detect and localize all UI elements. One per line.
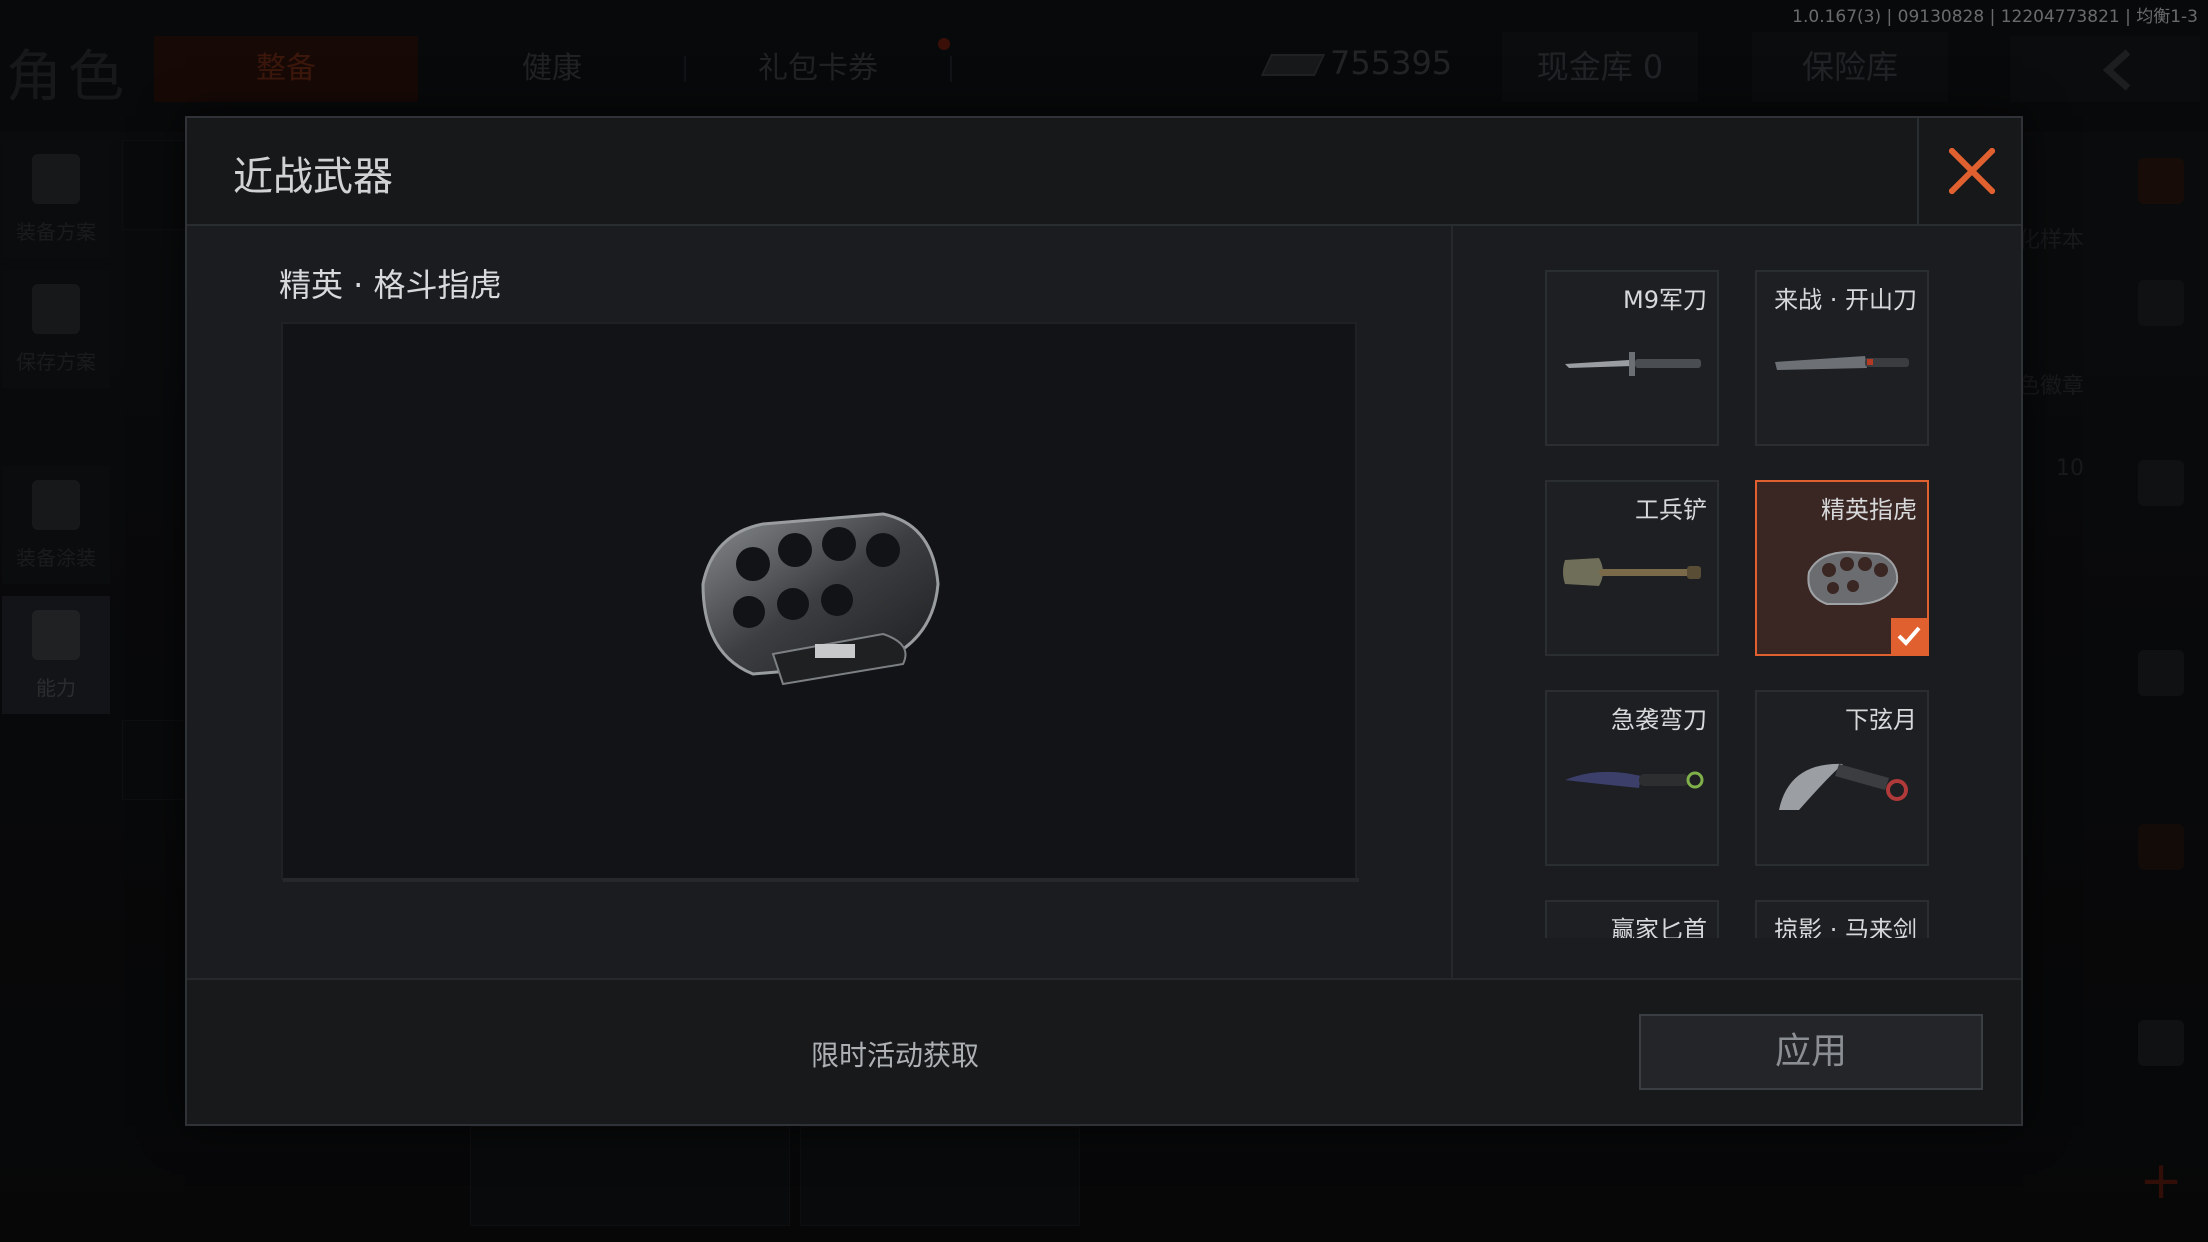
melee-weapon-dialog: 近战武器 精英 · 格斗指虎 M9军刀 来战 · 开山刀 工兵铲 精英指虎 急袭… [185,116,2023,1126]
weapon-list[interactable]: M9军刀 来战 · 开山刀 工兵铲 精英指虎 急袭弯刀 下弦月 赢家匕首 掠影 … [1545,270,1931,938]
weapon-name: 下弦月 [1845,706,1917,734]
dialog-title: 近战武器 [233,154,393,200]
selected-item-name: 精英 · 格斗指虎 [279,266,502,304]
weapon-card[interactable]: 工兵铲 [1545,480,1719,656]
weapon-card[interactable]: 来战 · 开山刀 [1755,270,1929,446]
weapon-name: 精英指虎 [1821,496,1917,524]
machete-icon [1775,356,1909,370]
weapon-card-selected[interactable]: 精英指虎 [1755,480,1929,656]
close-icon [1949,148,1995,194]
weapon-card[interactable]: 下弦月 [1755,690,1929,866]
preview-bottom-bar [283,878,1359,882]
bayonet-icon [1565,352,1701,376]
weapon-name: 掠影 · 马来剑 [1774,916,1917,938]
weapon-name: M9军刀 [1623,286,1707,314]
weapon-name: 工兵铲 [1635,496,1707,524]
weapon-name: 急袭弯刀 [1611,706,1707,734]
brass-knuckles-icon [1807,550,1899,605]
weapon-card[interactable]: 掠影 · 马来剑 [1755,900,1929,938]
dialog-body: 精英 · 格斗指虎 M9军刀 来战 · 开山刀 工兵铲 精英指虎 急袭弯刀 下弦… [187,226,2021,978]
close-button[interactable] [1917,118,2021,224]
weapon-card[interactable]: 赢家匕首 [1545,900,1719,938]
dialog-footer: 限时活动获取 应用 [187,978,2021,1124]
weapon-card[interactable]: 急袭弯刀 [1545,690,1719,866]
apply-button[interactable]: 应用 [1639,1014,1983,1090]
weapon-preview [281,322,1359,882]
weapon-name: 赢家匕首 [1611,916,1707,938]
selected-check-icon [1891,618,1927,654]
weapon-card[interactable]: M9军刀 [1545,270,1719,446]
curved-knife-icon [1565,771,1704,789]
karambit-icon [1779,763,1908,810]
brass-knuckles-icon [701,512,940,686]
dialog-divider [1451,226,1453,978]
dialog-header: 近战武器 [187,118,2021,226]
acquire-method-text: 限时活动获取 [811,1039,980,1072]
shovel-icon [1563,558,1701,586]
weapon-name: 来战 · 开山刀 [1774,286,1917,314]
